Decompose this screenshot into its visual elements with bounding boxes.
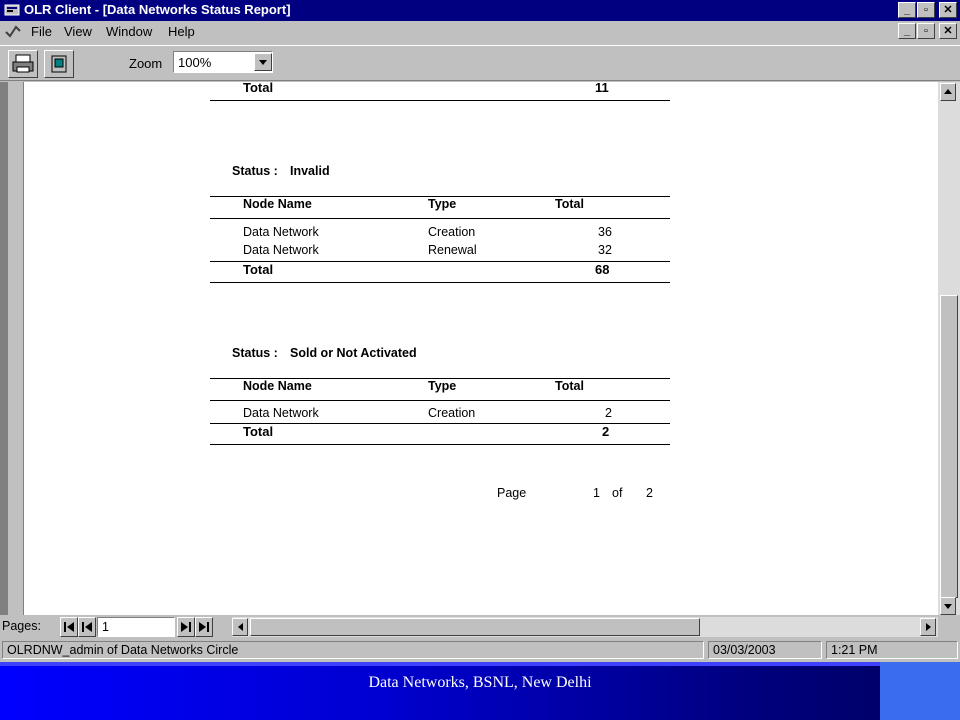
print-button[interactable] bbox=[8, 50, 38, 78]
page-label: Page bbox=[497, 486, 527, 500]
divider bbox=[210, 282, 670, 283]
divider bbox=[210, 423, 670, 424]
minimize-button[interactable]: _ bbox=[898, 2, 916, 18]
status-bar: OLRDNW_admin of Data Networks Circle 03/… bbox=[0, 639, 960, 661]
status-value: Sold or Not Activated bbox=[290, 346, 417, 360]
table-cell: Creation bbox=[428, 225, 476, 239]
close-button[interactable]: ✕ bbox=[939, 2, 957, 18]
menu-view[interactable]: View bbox=[64, 24, 92, 39]
column-header-total: Total bbox=[555, 197, 584, 211]
zoom-dropdown-button[interactable] bbox=[254, 53, 272, 71]
vertical-scrollbar[interactable] bbox=[938, 82, 960, 615]
child-close-button[interactable]: ✕ bbox=[939, 23, 957, 39]
page-navigator-bar: Pages: 1 bbox=[0, 615, 960, 639]
footer-accent-bar bbox=[0, 662, 960, 666]
toolbar: Zoom bbox=[0, 45, 960, 81]
horizontal-scroll-thumb[interactable] bbox=[250, 618, 700, 636]
table-cell: Data Network bbox=[243, 225, 319, 239]
section-total-label: Total bbox=[243, 424, 274, 439]
page-number-input[interactable]: 1 bbox=[97, 617, 175, 637]
column-header-node-name: Node Name bbox=[243, 379, 312, 393]
prev-total-label: Total bbox=[243, 82, 274, 95]
table-cell: Renewal bbox=[428, 243, 477, 257]
child-minimize-button[interactable]: _ bbox=[898, 23, 916, 39]
status-label: Status : bbox=[232, 164, 278, 178]
minimize-icon: _ bbox=[903, 4, 911, 16]
app-icon[interactable] bbox=[4, 3, 20, 17]
close-icon: ✕ bbox=[943, 25, 953, 37]
section-total-value: 2 bbox=[602, 424, 610, 439]
column-header-node-name: Node Name bbox=[243, 197, 312, 211]
restore-icon: ▫ bbox=[924, 4, 928, 16]
section-total-value: 68 bbox=[595, 262, 610, 277]
column-header-type: Type bbox=[428, 379, 457, 393]
export-button[interactable] bbox=[44, 50, 74, 78]
zoom-label: Zoom bbox=[129, 56, 163, 71]
status-date: 03/03/2003 bbox=[708, 641, 822, 659]
minimize-icon: _ bbox=[903, 25, 911, 37]
menu-window[interactable]: Window bbox=[106, 24, 152, 39]
previous-page-icon bbox=[82, 622, 92, 632]
printer-icon bbox=[12, 54, 34, 73]
divider bbox=[210, 100, 670, 101]
page-of: of bbox=[612, 486, 623, 500]
scroll-down-button[interactable] bbox=[940, 597, 956, 615]
first-page-button[interactable] bbox=[60, 617, 78, 637]
export-icon bbox=[51, 55, 67, 73]
status-user: OLRDNW_admin of Data Networks Circle bbox=[2, 641, 704, 659]
status-time: 1:21 PM bbox=[826, 641, 958, 659]
prev-total-value: 11 bbox=[595, 82, 609, 95]
status-label: Status : bbox=[232, 346, 278, 360]
menu-file[interactable]: File bbox=[31, 24, 52, 39]
table-cell: 36 bbox=[598, 225, 612, 239]
title-bar[interactable]: OLR Client - [Data Networks Status Repor… bbox=[0, 0, 960, 21]
restore-button[interactable]: ▫ bbox=[917, 2, 935, 18]
table-cell: Data Network bbox=[243, 406, 319, 420]
footer-banner: Data Networks, BSNL, New Delhi bbox=[0, 662, 960, 720]
scroll-up-button[interactable] bbox=[940, 83, 956, 101]
previous-page-button[interactable] bbox=[78, 617, 96, 637]
zoom-value: 100% bbox=[178, 55, 212, 70]
page-total: 2 bbox=[646, 486, 653, 500]
horizontal-scrollbar[interactable] bbox=[232, 617, 938, 637]
next-page-button[interactable] bbox=[177, 617, 195, 637]
footer-text: Data Networks, BSNL, New Delhi bbox=[368, 674, 592, 691]
scroll-right-button[interactable] bbox=[920, 618, 936, 636]
chevron-down-icon bbox=[259, 60, 267, 65]
zoom-select[interactable]: 100% bbox=[173, 51, 273, 73]
last-page-button[interactable] bbox=[195, 617, 213, 637]
mdi-document-icon[interactable] bbox=[4, 24, 24, 40]
table-cell: 2 bbox=[605, 406, 612, 420]
menu-bar: File View Window Help _ ▫ ✕ bbox=[0, 21, 960, 43]
window-title: OLR Client - [Data Networks Status Repor… bbox=[24, 2, 291, 17]
scroll-left-button[interactable] bbox=[232, 618, 248, 636]
column-header-total: Total bbox=[555, 379, 584, 393]
divider bbox=[210, 400, 670, 401]
status-value: Invalid bbox=[290, 164, 330, 178]
menu-help[interactable]: Help bbox=[168, 24, 195, 39]
arrow-right-icon bbox=[926, 623, 931, 631]
first-page-icon bbox=[64, 622, 74, 632]
table-cell: 32 bbox=[598, 243, 612, 257]
table-cell: Creation bbox=[428, 406, 476, 420]
arrow-down-icon bbox=[944, 604, 952, 609]
arrow-left-icon bbox=[238, 623, 243, 631]
left-frame bbox=[0, 82, 8, 615]
report-page: Total 11 Status : Invalid Node Name Type… bbox=[24, 82, 938, 615]
pages-label: Pages: bbox=[2, 619, 41, 633]
left-gutter bbox=[8, 82, 24, 615]
child-restore-button[interactable]: ▫ bbox=[917, 23, 935, 39]
arrow-up-icon bbox=[944, 89, 952, 94]
next-page-icon bbox=[181, 622, 191, 632]
scroll-thumb[interactable] bbox=[940, 295, 958, 598]
column-header-type: Type bbox=[428, 197, 457, 211]
divider bbox=[210, 218, 670, 219]
table-cell: Data Network bbox=[243, 243, 319, 257]
restore-icon: ▫ bbox=[924, 25, 928, 37]
section-total-label: Total bbox=[243, 262, 274, 277]
page-current: 1 bbox=[593, 486, 600, 500]
last-page-icon bbox=[199, 622, 209, 632]
close-icon: ✕ bbox=[943, 4, 953, 16]
divider bbox=[210, 444, 670, 445]
